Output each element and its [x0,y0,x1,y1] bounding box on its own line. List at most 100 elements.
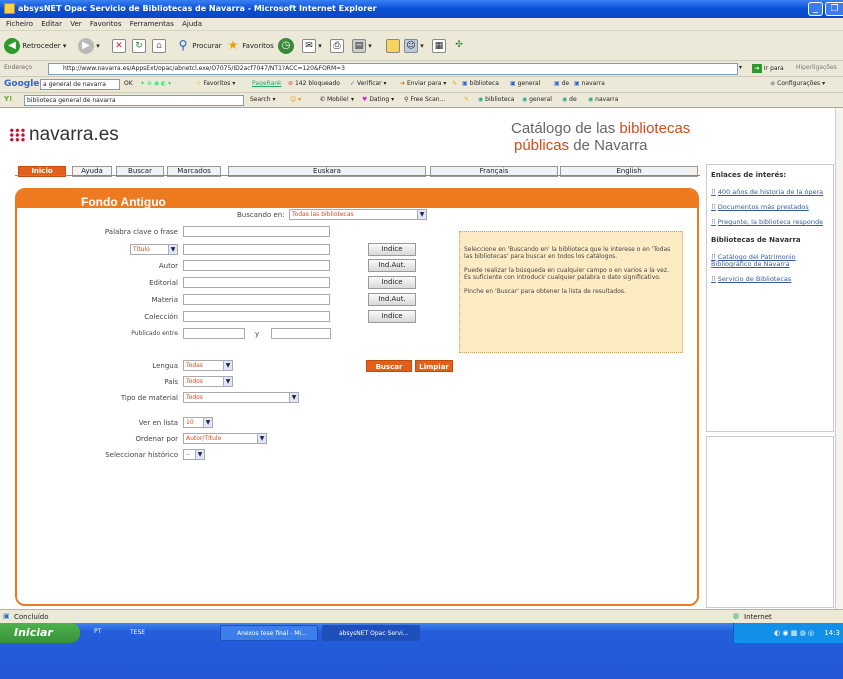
history-select[interactable]: -- ▼ [183,449,205,460]
palabra-label: Palabra clave o frase [104,228,178,236]
sidebar-heading-2: Bibliotecas de Navarra [711,236,801,244]
google-term-navarra[interactable]: ▣ navarra [574,80,605,87]
folder-button[interactable] [386,37,400,55]
menu-editar[interactable]: Editar [41,20,62,28]
link-most-borrowed[interactable]: ⠿ Documentos más prestados [711,204,829,211]
google-ok-button[interactable]: OK [124,80,133,87]
stop-button[interactable]: ✕ [112,37,126,55]
messenger-button[interactable]: ☺ ▾ [404,37,424,55]
link-opera-history[interactable]: ⠿ 400 años de historia de la ópera [711,189,829,196]
help-text-1: Seleccione en 'Buscando en' la bibliotec… [464,246,671,260]
address-input[interactable]: http://www.navarra.es/AppsExt/opac/abnet… [48,63,738,75]
mobile-link[interactable]: ✆ Mobile! ▾ [320,96,354,103]
start-button[interactable]: Iniciar [0,623,80,643]
minimize-button[interactable]: _ [808,2,823,16]
web-page: navarra.es Catálogo de las bibliotecas p… [0,108,835,609]
heart-icon: ♥ [362,96,368,103]
menu-ferramentas[interactable]: Ferramentas [130,20,174,28]
check-button[interactable]: ✓ Verificar ▾ [350,80,387,87]
publisher-input[interactable] [183,277,330,288]
print-button[interactable]: ⎙ [330,37,344,55]
google-term-de[interactable]: ▣ de [554,80,569,87]
library-select[interactable]: Todas las bibliotecas ▼ [289,209,427,220]
favorites-button[interactable]: ★ Favoritos [226,37,274,55]
edit-button[interactable]: ▤ ▾ [352,37,372,55]
subject-input[interactable] [183,294,330,305]
vertical-scrollbar[interactable] [835,108,843,609]
field-type-select[interactable]: Título ▼ [130,244,178,255]
material-type-select[interactable]: Todos ▼ [183,392,299,403]
tray-icons[interactable]: ◐ ◉ ▦ ◍ ◎ [774,629,814,637]
subject-index-button[interactable]: Ind.Aut. [368,293,416,306]
menu-ver[interactable]: Ver [70,20,81,28]
go-arrow-icon: ➔ [752,64,762,73]
pagerank-indicator[interactable]: PageRank [252,80,282,87]
year-to-input[interactable] [271,328,331,339]
free-scan-link[interactable]: ⚲ Free Scan... [404,96,445,103]
yahoo-term-general[interactable]: ◉ general [522,96,552,103]
menu-favoritos[interactable]: Favoritos [90,20,122,28]
yahoo-term-de[interactable]: ◉ de [562,96,577,103]
sort-select[interactable]: Autor/Título ▼ [183,433,267,444]
home-button[interactable]: ⌂ [152,37,166,55]
task-tese[interactable]: TESE [114,625,154,641]
collection-index-button[interactable]: Indice [368,310,416,323]
address-label: Endereço [4,64,33,71]
buscar-button[interactable]: Buscar [366,360,412,372]
title-input[interactable] [183,244,330,255]
refresh-button[interactable]: ↻ [132,37,146,55]
title-index-button[interactable]: Indice [368,243,416,256]
toolbar-search-input[interactable]: biblioteca general de navarra [24,95,244,106]
google-tools-icons[interactable]: ✦ ⊕ ◉ ◐ ▾ [140,80,171,87]
mail-button[interactable]: ✉ ▾ [302,37,322,55]
messenger-icon[interactable]: ☺ ▾ [290,96,301,103]
popup-blocker-button[interactable]: ⊘ 142 bloqueado [288,80,340,87]
author-index-button[interactable]: Ind.Aut. [368,259,416,272]
language-indicator[interactable]: PT [94,628,101,635]
google-settings-button[interactable]: ◉ Configurações ▾ [770,80,825,87]
back-button[interactable]: ◀ Retroceder ▾ [4,37,66,55]
links-label[interactable]: Hiperligações [796,64,837,71]
yahoo-term-biblioteca[interactable]: ◉ biblioteca [478,96,514,103]
link-ask-library[interactable]: ⠿ Pregunte, la biblioteca responde [711,219,829,226]
language-select[interactable]: Todas ▼ [183,360,233,371]
go-button[interactable]: ➔ Ir para [752,64,784,73]
link-library-service[interactable]: ⠿ Servicio de Bibliotecas [711,276,829,283]
yahoo-icon[interactable]: Y! [4,95,12,103]
google-search-input[interactable]: a general de navarra [40,79,120,90]
nav-divider [15,175,700,176]
limpiar-button[interactable]: Limpiar [415,360,453,372]
bullet-icon: ⠿ [711,188,716,196]
google-term-general[interactable]: ▣ general [510,80,540,87]
google-favorites-button[interactable]: ☆ Favoritos ▾ [196,80,235,87]
year-from-input[interactable] [183,328,245,339]
yahoo-term-navarra[interactable]: ◉ navarra [588,96,618,103]
task-ie-window[interactable]: absysNET Opac Servi... [322,625,420,641]
google-term-biblioteca[interactable]: ▣ biblioteca [462,80,499,87]
link-heritage-catalog[interactable]: ⠿ Catálogo del Patrimonio Bibliográfico d… [711,254,829,268]
keyword-input[interactable] [183,226,330,237]
highlight-icon[interactable]: ✎ [464,96,469,103]
menu-ajuda[interactable]: Ajuda [182,20,202,28]
menu-ficheiro[interactable]: Ficheiro [6,20,33,28]
forward-button[interactable]: ▶ ▾ [78,37,100,55]
search-button[interactable]: ⚲ Procurar [176,37,222,55]
list-size-select[interactable]: 10 ▼ [183,417,213,428]
navarra-logo[interactable]: navarra.es [9,124,119,146]
history-button[interactable]: ◷ [278,37,294,55]
highlight-icon[interactable]: ✎ [452,80,457,87]
help-box: Seleccione en 'Buscando en' la bibliotec… [459,231,683,353]
author-input[interactable] [183,260,330,271]
dating-link[interactable]: ♥ Dating ▾ [362,96,394,103]
restore-button[interactable]: ❐ [825,2,843,16]
send-to-button[interactable]: ➜ Enviar para ▾ [400,80,446,87]
address-dropdown-icon[interactable]: ▾ [739,64,742,71]
tools-button[interactable]: ✣ [452,37,466,55]
windows-taskbar: Iniciar PT TESE Anexos tese final - Mi..… [0,623,843,679]
task-word-document[interactable]: Anexos tese final - Mi... [220,625,318,641]
toolbar-search-button[interactable]: Search ▾ [250,96,276,103]
research-button[interactable]: ▦ [432,37,446,55]
publisher-index-button[interactable]: Indice [368,276,416,289]
collection-input[interactable] [183,311,330,322]
country-select[interactable]: Todos ▼ [183,376,233,387]
